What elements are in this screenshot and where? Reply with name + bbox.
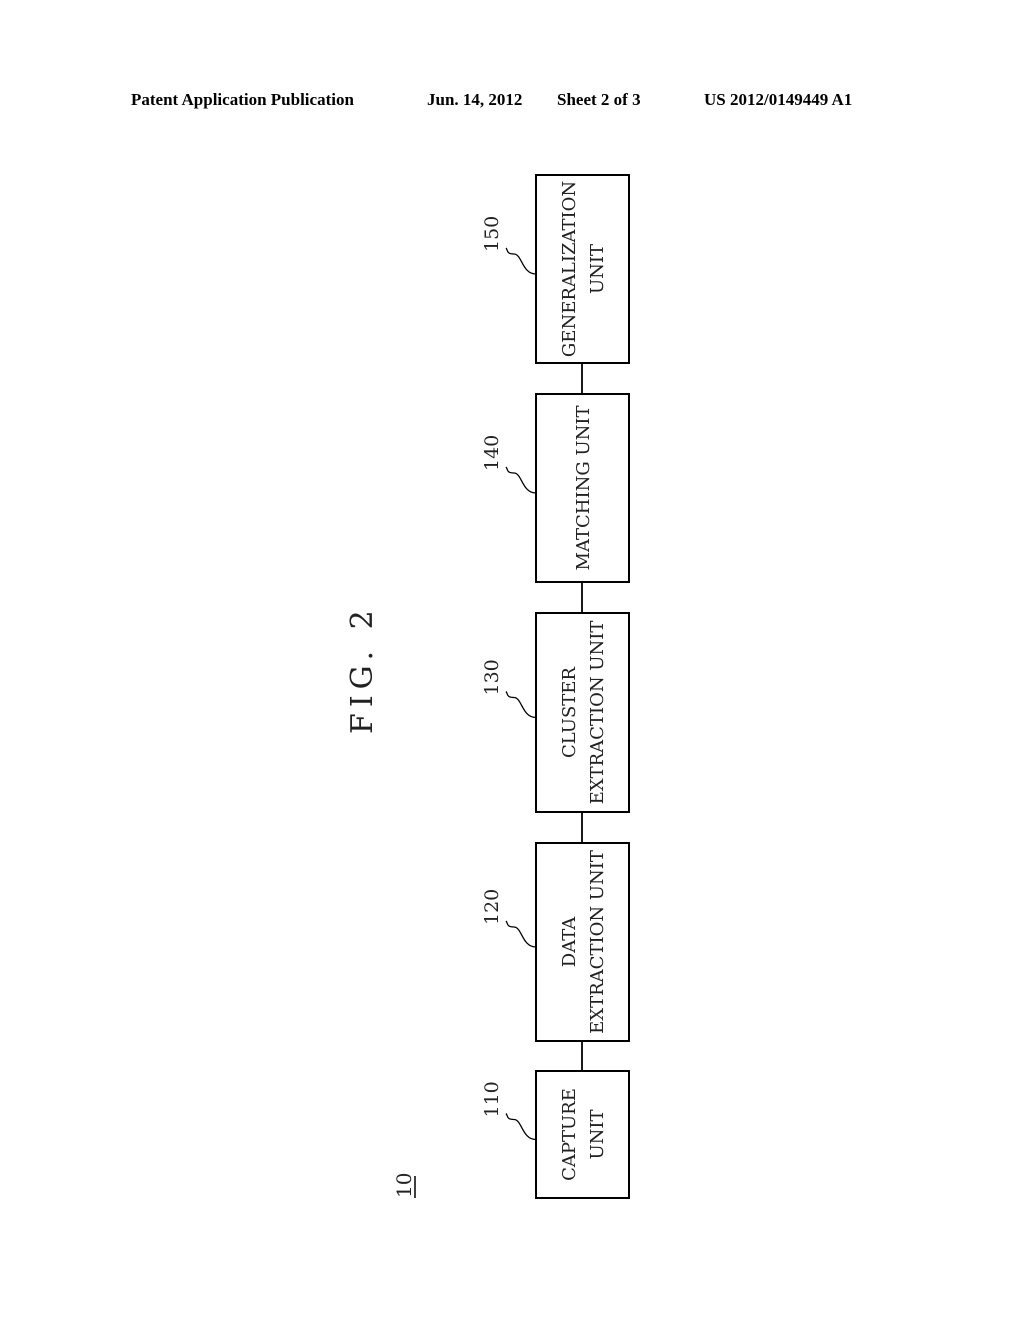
system-reference: 10 (392, 1173, 416, 1198)
block-140: MATCHING UNIT 140 (481, 393, 630, 583)
block-box (535, 612, 630, 813)
system-reference-number: 10 (392, 1173, 416, 1198)
leader-line (505, 247, 537, 275)
block-label-line: GENERALIZATION (559, 181, 580, 357)
block-reference-number: 110 (481, 1081, 503, 1117)
block-110: CAPTURE UNIT 110 (481, 1070, 630, 1199)
block-label-line: CLUSTER (559, 667, 580, 758)
block-box (535, 1070, 630, 1199)
leader-line (505, 466, 537, 494)
block-reference-number: 150 (481, 216, 503, 252)
block-reference-number: 140 (481, 435, 503, 471)
blocks-layer: GENERALIZATION UNIT 150 MATCHING UNIT 140 CLU… (481, 174, 630, 1199)
block-120: DATA EXTRACTION UNIT 120 (481, 842, 630, 1042)
block-reference-number: 120 (481, 889, 503, 925)
block-label-line: EXTRACTION UNIT (587, 621, 608, 805)
block-label-line: EXTRACTION UNIT (587, 850, 608, 1034)
leader-line (505, 1113, 537, 1141)
block-box (535, 842, 630, 1042)
leader-line (505, 691, 537, 719)
block-reference-number: 130 (481, 659, 503, 695)
block-130: CLUSTER EXTRACTION UNIT 130 (481, 612, 630, 813)
block-label-line: MATCHING UNIT (573, 406, 594, 571)
leader-line (505, 920, 537, 948)
block-box (535, 174, 630, 364)
block-150: GENERALIZATION UNIT 150 (481, 174, 630, 364)
figure-label: FIG. 2 (345, 604, 380, 734)
block-label-line: CAPTURE (559, 1088, 580, 1181)
block-label-line: UNIT (587, 1109, 608, 1159)
block-label-line: UNIT (587, 244, 608, 294)
block-label-line: DATA (559, 916, 580, 967)
block-diagram: FIG. 2 10 GENERALIZATION UNIT 150 MATCHING … (345, 174, 630, 1199)
